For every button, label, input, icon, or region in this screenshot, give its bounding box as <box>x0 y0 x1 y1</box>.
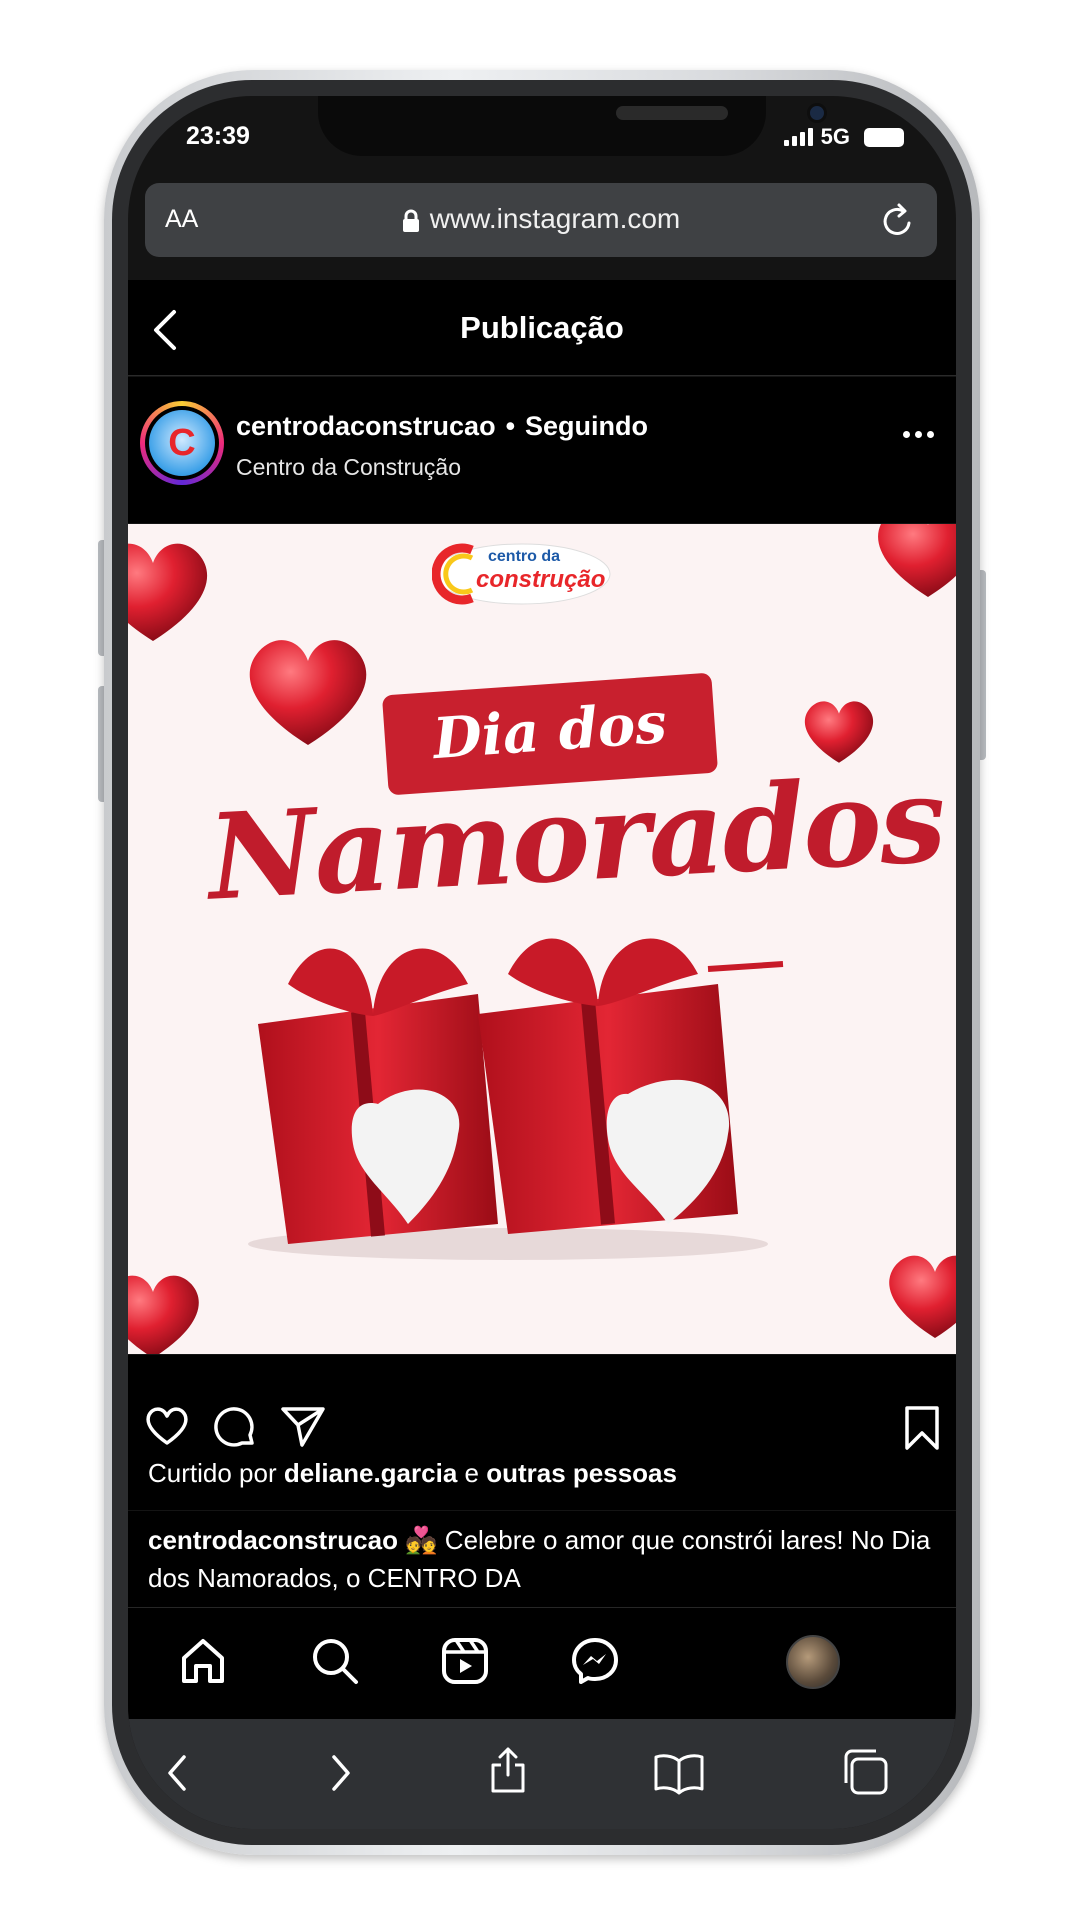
status-indicators: 5G <box>783 124 904 150</box>
heart-icon[interactable] <box>144 1405 190 1447</box>
instagram-header: Publicação <box>128 280 956 376</box>
headline-line2: Namorados <box>204 749 948 927</box>
heart-decoration <box>128 543 207 641</box>
caption-emoji: 💑 <box>405 1525 438 1555</box>
lock-icon <box>402 209 419 232</box>
follow-state[interactable]: Seguindo <box>525 411 648 441</box>
phone-screen: 23:39 5G AA www.instagram.com Publicação <box>128 96 956 1829</box>
share-icon[interactable] <box>280 1405 326 1449</box>
status-time: 23:39 <box>186 122 250 150</box>
front-camera <box>807 103 827 123</box>
signal-icon <box>783 128 813 146</box>
url-text: www.instagram.com <box>429 203 681 234</box>
post-username-line: centrodaconstrucao • Seguindo <box>236 411 648 442</box>
messenger-icon[interactable] <box>570 1636 620 1686</box>
post-username[interactable]: centrodaconstrucao <box>236 411 496 441</box>
battery-icon <box>864 127 904 147</box>
reload-icon[interactable] <box>881 201 915 239</box>
caption-username[interactable]: centrodaconstrucao <box>148 1525 398 1555</box>
instagram-bottom-nav <box>128 1607 956 1719</box>
browser-toolbar <box>128 1719 956 1829</box>
bookmarks-book-icon[interactable] <box>652 1751 706 1795</box>
avatar: C <box>149 410 215 476</box>
search-icon[interactable] <box>310 1636 360 1686</box>
notch <box>318 96 827 156</box>
brand-logo-top: centro da <box>488 548 561 565</box>
post-display-name: Centro da Construção <box>236 454 462 480</box>
post-caption: centrodaconstrucao 💑 Celebre o amor que … <box>128 1511 956 1607</box>
speaker <box>616 106 728 120</box>
browser-back-icon[interactable] <box>162 1751 192 1795</box>
likes-prefix: Curtido por <box>148 1458 277 1488</box>
heart-decoration <box>128 1275 199 1354</box>
home-icon[interactable] <box>178 1636 228 1686</box>
post-image[interactable]: centro da construção Dia dos Namorados <box>128 524 956 1354</box>
reels-icon[interactable] <box>440 1636 490 1686</box>
network-label: 5G <box>820 124 850 149</box>
comment-icon[interactable] <box>212 1405 258 1451</box>
likes-others[interactable]: outras pessoas <box>486 1458 677 1488</box>
browser-forward-icon[interactable] <box>326 1751 356 1795</box>
gift-boxes-illustration <box>248 938 784 1260</box>
heart-decoration <box>889 1255 956 1338</box>
address-bar[interactable]: AA www.instagram.com <box>145 183 937 257</box>
url-field[interactable]: www.instagram.com <box>145 203 937 235</box>
more-icon[interactable] <box>903 431 934 438</box>
post-header: C centrodaconstrucao • Seguindo Centro da … <box>128 377 956 523</box>
likes-user[interactable]: deliane.garcia <box>284 1458 457 1488</box>
separator-dot: • <box>505 411 516 441</box>
heart-decoration <box>249 640 367 745</box>
heart-decoration <box>878 524 956 597</box>
brand-logo: centro da construção <box>431 538 612 610</box>
likes-line: Curtido por deliane.garcia e outras pess… <box>128 1458 956 1510</box>
page-title: Publicação <box>460 310 624 345</box>
browser-share-icon[interactable] <box>488 1745 528 1795</box>
bookmark-icon[interactable] <box>902 1405 942 1451</box>
brand-logo-bottom: construção <box>476 566 606 593</box>
tabs-icon[interactable] <box>840 1747 890 1797</box>
avatar-story-ring[interactable]: C <box>140 401 224 485</box>
likes-connector: e <box>464 1458 479 1488</box>
post-actions <box>128 1355 956 1475</box>
profile-avatar[interactable] <box>786 1635 840 1689</box>
headline-line1: Dia dos <box>430 689 669 773</box>
